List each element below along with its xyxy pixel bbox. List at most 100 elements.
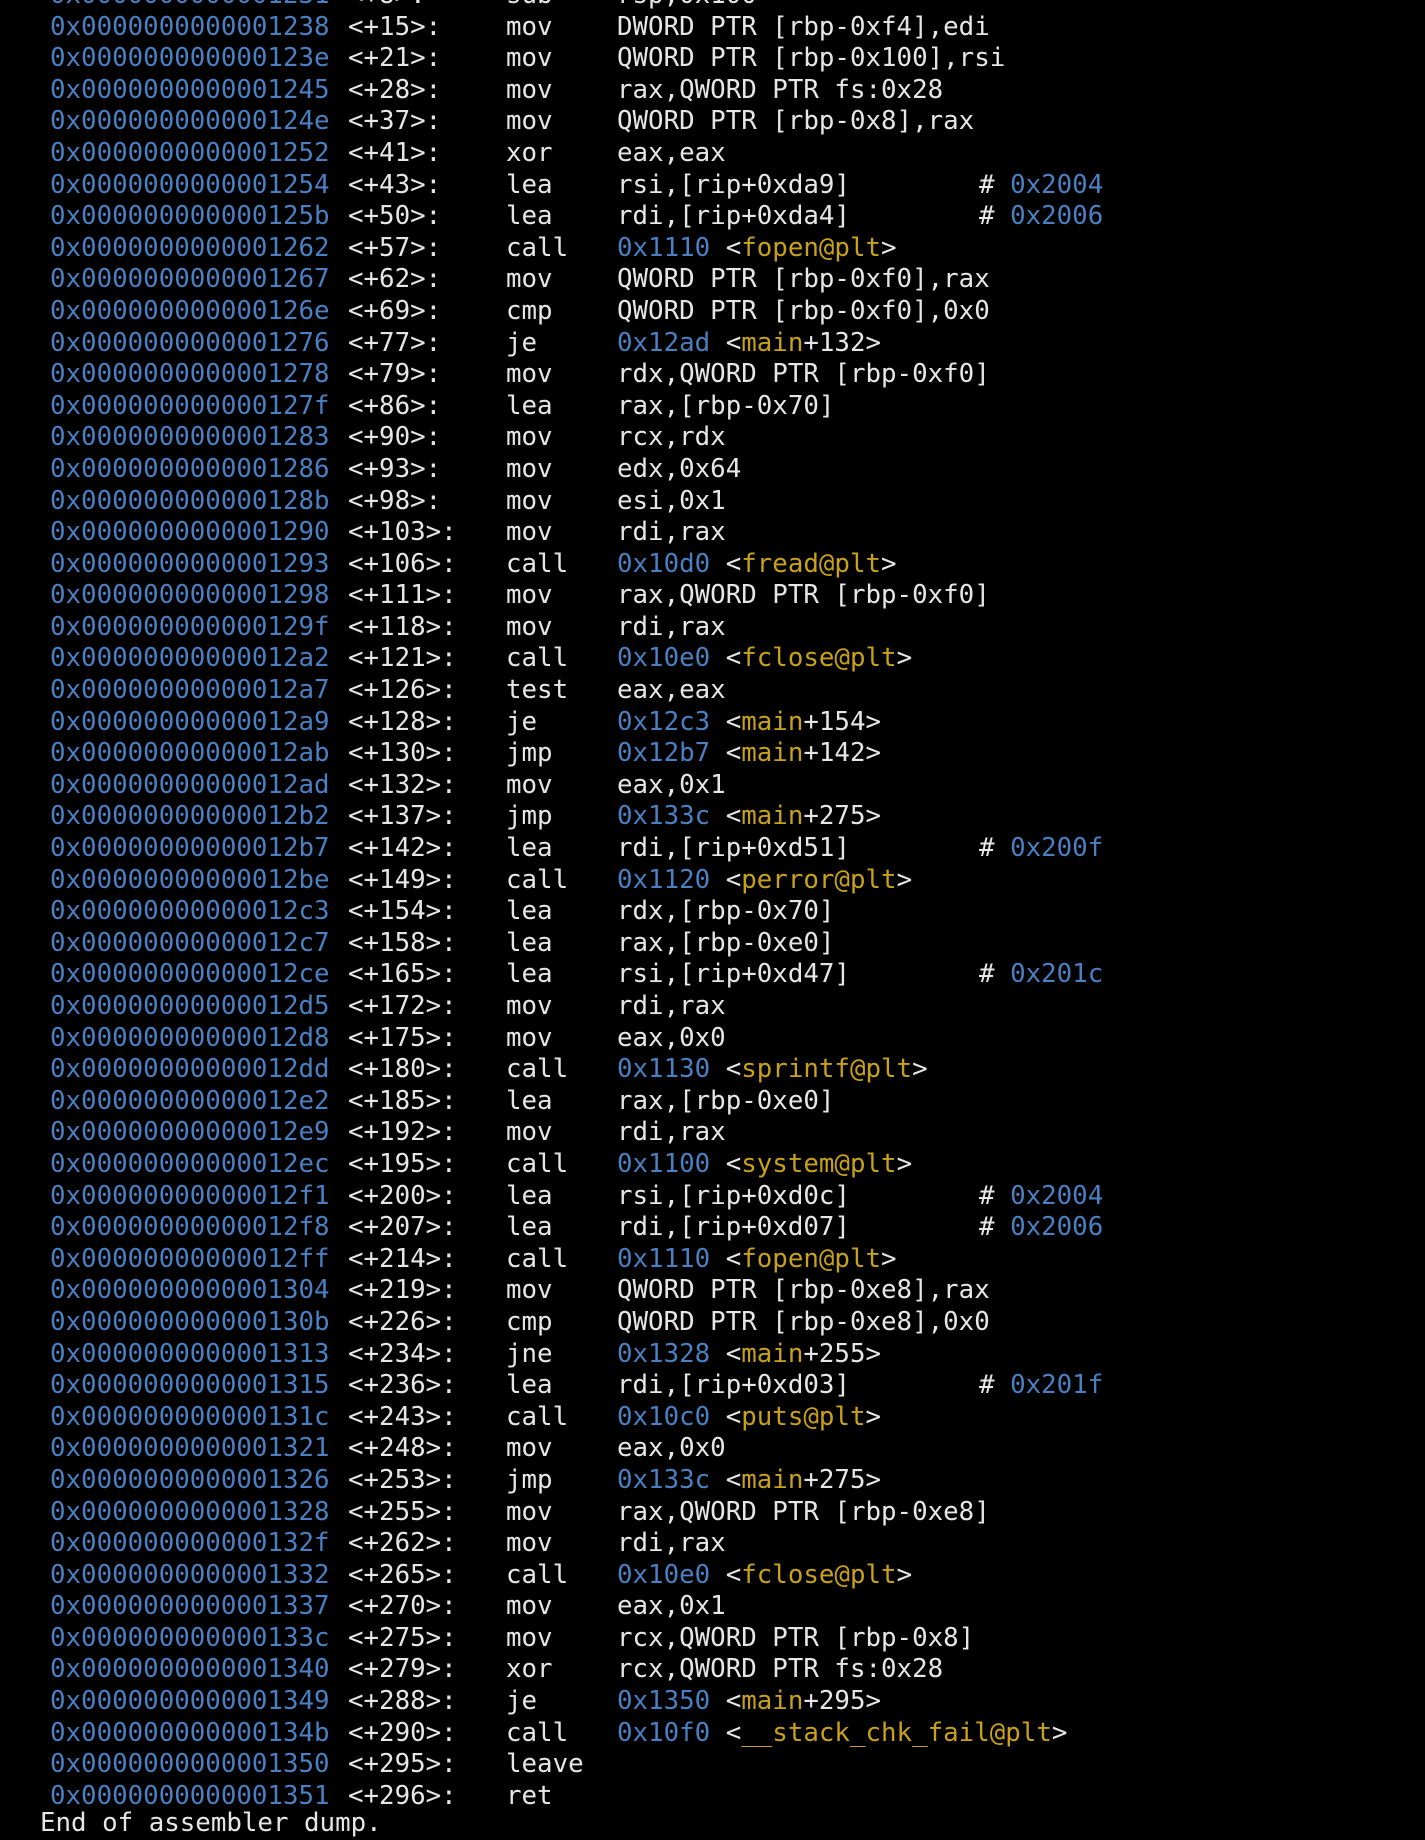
disassembly-line: 0x0000000000001313 <+234>: jne 0x1328 <main…: [0, 1339, 1425, 1371]
instruction-offset: <+21>:: [348, 43, 442, 74]
instruction-offset: <+172>:: [348, 991, 457, 1021]
instruction-offset: <+154>:: [348, 896, 457, 927]
instruction-operands: rdi,[rip+0xd07]: [617, 1212, 850, 1243]
instruction-offset: <+128>:: [348, 706, 457, 737]
instruction-mnemonic: mov: [506, 359, 553, 390]
instruction-offset: <+43>:: [348, 169, 442, 200]
instruction-mnemonic: lea: [506, 390, 553, 421]
branch-target-symbol: fread@plt: [741, 548, 882, 579]
disassembly-line: 0x00000000000012ab <+130>: jmp 0x12b7 <main…: [0, 738, 1425, 770]
instruction-address: 0x00000000000012e9: [50, 1117, 330, 1148]
instruction-offset: <+93>:: [348, 453, 442, 484]
instruction-offset: <+253>:: [348, 1464, 457, 1495]
disassembly-line: 0x00000000000012ce <+165>: lea rsi,[rip+0xd…: [0, 959, 1425, 991]
branch-target-offset: +154: [803, 706, 866, 737]
instruction-mnemonic: lea: [506, 927, 553, 958]
instruction-operands: QWORD PTR [rbp-0xe8],rax: [617, 1275, 990, 1306]
instruction-operands: QWORD PTR [rbp-0xf0],rax: [617, 264, 990, 295]
instruction-operands: rax,QWORD PTR [rbp-0xe8]: [617, 1496, 990, 1527]
instruction-operands: 0x12ad <main+132>: [617, 327, 882, 358]
branch-target-symbol: sprintf@plt: [741, 1054, 913, 1085]
instruction-address: 0x000000000000129f: [50, 611, 330, 642]
instruction-operands: rdi,rax: [617, 1528, 726, 1559]
disassembly-line: 0x0000000000001326 <+253>: jmp 0x133c <main…: [0, 1465, 1425, 1497]
instruction-operands: rdi,[rip+0xd03]: [617, 1370, 850, 1401]
instruction-mnemonic: je: [506, 327, 538, 358]
instruction-offset: <+248>:: [348, 1433, 457, 1464]
disassembly-line: 0x0000000000001290 <+103>: mov rdi,rax: [0, 517, 1425, 549]
instruction-offset: <+290>:: [348, 1717, 457, 1748]
instruction-address: 0x0000000000001304: [50, 1275, 330, 1306]
instruction-address: 0x0000000000001340: [50, 1654, 330, 1685]
disassembly-line: 0x000000000000133c <+275>: mov rcx,QWORD PT…: [0, 1623, 1425, 1655]
disassembly-line: 0x00000000000012dd <+180>: call 0x1130 <spr…: [0, 1054, 1425, 1086]
instruction-address: 0x00000000000012d8: [50, 1022, 330, 1053]
instruction-mnemonic: mov: [506, 1496, 553, 1527]
branch-target-offset: +275: [803, 1464, 866, 1495]
instruction-operands: 0x1130 <sprintf@plt>: [617, 1054, 928, 1085]
instruction-address: 0x0000000000001328: [50, 1496, 330, 1527]
instruction-operands: rdx,QWORD PTR [rbp-0xf0]: [617, 359, 990, 390]
instruction-address: 0x0000000000001337: [50, 1591, 330, 1622]
instruction-address: 0x0000000000001254: [50, 169, 330, 200]
instruction-offset: <+149>:: [348, 864, 457, 895]
instruction-offset: <+262>:: [348, 1528, 457, 1559]
instruction-mnemonic: lea: [506, 1212, 553, 1243]
branch-target-symbol: fclose@plt: [741, 1559, 897, 1590]
disassembly-line: 0x00000000000012d5 <+172>: mov rdi,rax: [0, 991, 1425, 1023]
instruction-operands: rcx,QWORD PTR fs:0x28: [617, 1654, 944, 1685]
branch-target-symbol: main: [741, 738, 804, 769]
instruction-mnemonic: call: [506, 643, 569, 674]
instruction-offset: <+226>:: [348, 1306, 457, 1337]
instruction-offset: <+270>:: [348, 1591, 457, 1622]
branch-target-symbol: main: [741, 1686, 804, 1717]
instruction-mnemonic: mov: [506, 611, 553, 642]
instruction-operands: rcx,rdx: [617, 422, 726, 453]
disassembly-line: 0x000000000000134b <+290>: call 0x10f0 <__s…: [0, 1718, 1425, 1750]
instruction-address: 0x00000000000012a7: [50, 675, 330, 706]
instruction-operands: rsp,0x100: [617, 0, 757, 12]
disassembly-line: 0x00000000000012e9 <+192>: mov rdi,rax: [0, 1117, 1425, 1149]
instruction-address: 0x000000000000132f: [50, 1528, 330, 1559]
instruction-address: 0x0000000000001286: [50, 453, 330, 484]
branch-target-symbol: fopen@plt: [741, 232, 882, 263]
instruction-operands: rdx,[rbp-0x70]: [617, 896, 835, 927]
instruction-operands: 0x1110 <fopen@plt>: [617, 232, 897, 263]
instruction-offset: <+130>:: [348, 738, 457, 769]
comment-address: 0x201c: [1010, 959, 1104, 990]
instruction-mnemonic: call: [506, 1148, 569, 1179]
branch-target-address: 0x12b7: [617, 738, 711, 769]
comment-address: 0x2004: [1010, 169, 1104, 200]
instruction-mnemonic: lea: [506, 1370, 553, 1401]
disassembly-line: 0x0000000000001267 <+62>: mov QWORD PTR [rb…: [0, 264, 1425, 296]
instruction-offset: <+236>:: [348, 1370, 457, 1401]
branch-target-address: 0x10e0: [617, 1559, 711, 1590]
disassembly-line: 0x0000000000001304 <+219>: mov QWORD PTR [r…: [0, 1275, 1425, 1307]
disassembly-line: 0x00000000000012b2 <+137>: jmp 0x133c <main…: [0, 801, 1425, 833]
instruction-address: 0x0000000000001278: [50, 359, 330, 390]
instruction-operands: QWORD PTR [rbp-0xe8],0x0: [617, 1306, 990, 1337]
instruction-mnemonic: xor: [506, 137, 553, 168]
instruction-mnemonic: jmp: [506, 1464, 553, 1495]
instruction-mnemonic: sub: [506, 0, 553, 12]
instruction-operands: QWORD PTR [rbp-0xf0],0x0: [617, 295, 990, 326]
instruction-operands: rsi,[rip+0xd47]: [617, 959, 850, 990]
disassembly-line: 0x0000000000001337 <+270>: mov eax,0x1: [0, 1591, 1425, 1623]
instruction-mnemonic: call: [506, 1243, 569, 1274]
instruction-mnemonic: lea: [506, 959, 553, 990]
branch-target-address: 0x1328: [617, 1338, 711, 1369]
instruction-offset: <+214>:: [348, 1243, 457, 1274]
instruction-operands: rdi,rax: [617, 611, 726, 642]
instruction-mnemonic: mov: [506, 43, 553, 74]
comment-address: 0x2004: [1010, 1180, 1104, 1211]
disassembly-line: 0x000000000000123e <+21>: mov QWORD PTR [rb…: [0, 43, 1425, 75]
comment-address: 0x2006: [1010, 201, 1104, 232]
instruction-mnemonic: mov: [506, 106, 553, 137]
instruction-offset: <+279>:: [348, 1654, 457, 1685]
instruction-offset: <+90>:: [348, 422, 442, 453]
instruction-operands: 0x10f0 <__stack_chk_fail@plt>: [617, 1717, 1068, 1748]
instruction-mnemonic: test: [506, 675, 569, 706]
instruction-mnemonic: je: [506, 1686, 538, 1717]
instruction-mnemonic: leave: [506, 1749, 584, 1780]
instruction-offset: <+207>:: [348, 1212, 457, 1243]
